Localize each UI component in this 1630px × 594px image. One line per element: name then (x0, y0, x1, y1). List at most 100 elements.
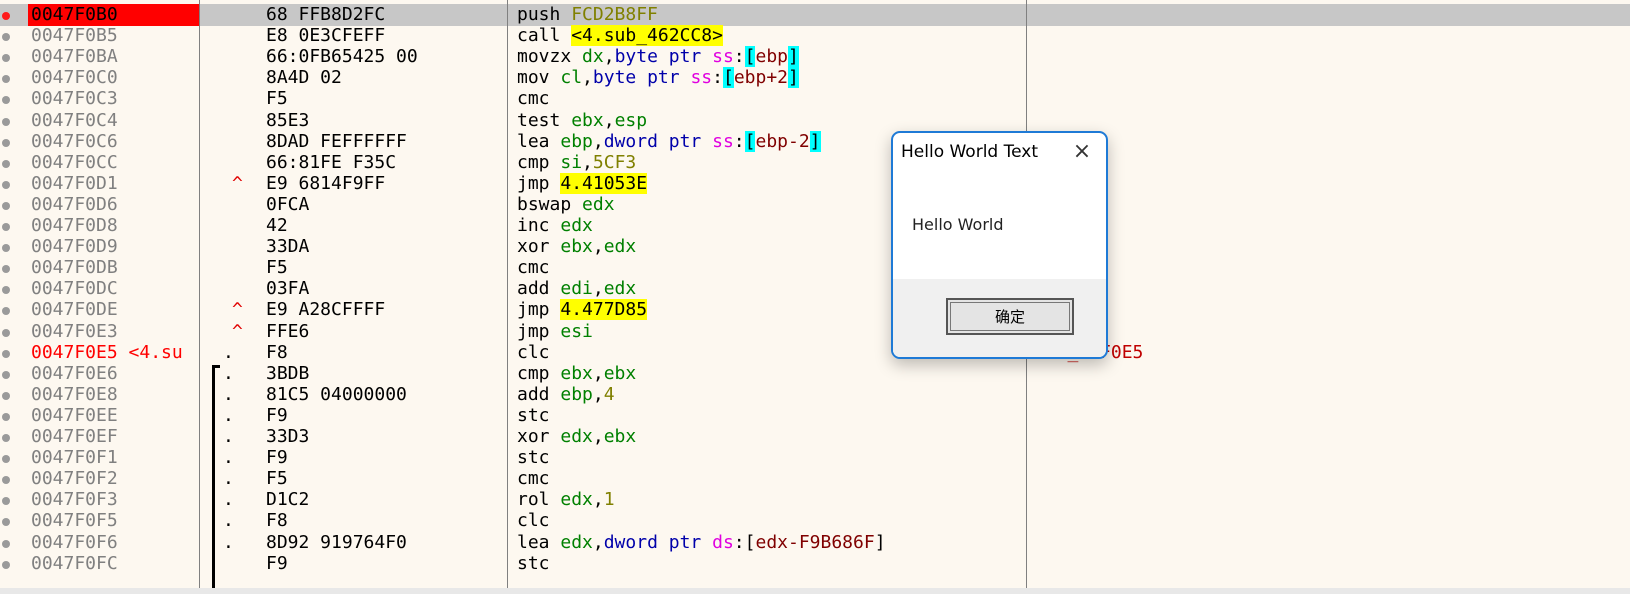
instruction-token (560, 4, 571, 25)
breakpoint-dot-icon[interactable] (2, 560, 10, 569)
breakpoint-dot-icon[interactable] (2, 307, 10, 316)
function-body-dot: . (223, 447, 234, 469)
disassembly-view[interactable]: 0047F0B0 68 FFB8D2FC push FCD2B8FF 0047F0B5… (0, 0, 1630, 588)
horizontal-scrollbar[interactable] (0, 588, 1630, 594)
disasm-row[interactable]: 0047F0F3. D1C2 rol edx,1 (0, 489, 1630, 511)
close-icon[interactable]: × (1070, 141, 1094, 165)
instruction-token: , (592, 383, 604, 405)
function-bracket (212, 365, 215, 588)
disasm-row[interactable]: 0047F0BA 66:0FB65425 00 movzx dx,byte ptr … (0, 46, 1630, 68)
instruction-token: ebp+2 (733, 67, 788, 89)
function-body-dot: . (223, 362, 234, 384)
disasm-row[interactable]: 0047F0E5 <4.su.F8clcsub_47F0E5 (0, 342, 1630, 364)
instruction-token: jmp (517, 320, 550, 342)
instruction-token: dx (582, 46, 604, 68)
row-address: 0047F0F2 (31, 468, 118, 490)
instruction-token (701, 131, 712, 152)
disasm-row[interactable]: 0047F0D1 ^ E9 6814F9FF jmp 4.41053E (0, 172, 1630, 195)
disasm-row[interactable]: 0047F0B0 68 FFB8D2FC push FCD2B8FF (0, 4, 1630, 26)
disasm-row[interactable]: 0047F0F1. F9 stc (0, 447, 1630, 469)
instruction-token: : (733, 531, 745, 553)
breakpoint-dot-icon[interactable] (2, 370, 10, 379)
instruction-token: edx (603, 278, 637, 300)
row-address: 0047F0DE (31, 299, 118, 321)
disasm-row[interactable]: 0047F0F6. 8D92 919764F0 lea edx,dword ptr … (0, 532, 1630, 554)
breakpoint-dot-icon[interactable] (2, 117, 10, 126)
ok-button[interactable]: 确定 (946, 298, 1074, 335)
row-bytes: 0FCA (266, 193, 310, 215)
row-bytes: 66:0FB65425 00 (266, 46, 418, 68)
instruction-token: , (582, 67, 593, 89)
breakpoint-dot-icon[interactable] (2, 54, 10, 63)
disasm-row[interactable]: 0047F0E8. 81C5 04000000 add ebp,4 (0, 384, 1630, 406)
breakpoint-dot-icon[interactable] (2, 349, 10, 358)
row-instruction: inc edx (517, 215, 593, 237)
disasm-row[interactable]: 0047F0EE. F9 stc (0, 405, 1630, 427)
disasm-row[interactable]: 0047F0D9 33DA xor ebx,edx (0, 236, 1630, 258)
disasm-row[interactable]: 0047F0E3 ^ FFE6 jmp esi (0, 321, 1630, 343)
breakpoint-dot-icon[interactable] (2, 180, 10, 189)
instruction-token (550, 173, 561, 194)
row-address: 0047F0FC (31, 552, 118, 574)
disasm-row[interactable]: 0047F0CC 66:81FE F35C cmp si,5CF3 (0, 152, 1630, 174)
breakpoint-dot-icon[interactable] (2, 96, 10, 105)
disasm-row[interactable]: 0047F0DB F5 cmc (0, 257, 1630, 279)
breakpoint-dot-icon[interactable] (2, 328, 10, 337)
instruction-token (550, 532, 561, 553)
disasm-row[interactable]: 0047F0D6 0FCA bswap edx (0, 194, 1630, 216)
dialog-title: Hello World Text (901, 142, 1038, 162)
row-bytes: 42 (266, 215, 288, 236)
breakpoint-dot-icon[interactable] (2, 455, 10, 464)
breakpoint-dot-icon[interactable] (2, 518, 10, 527)
breakpoint-dot-icon[interactable] (2, 244, 10, 253)
row-bytes: 66:81FE F35C (266, 151, 397, 173)
disasm-row[interactable]: 0047F0C6 8DAD FEFFFFFF lea ebp,dword ptr s… (0, 130, 1630, 153)
breakpoint-dot-icon[interactable] (2, 497, 10, 506)
row-address: 0047F0E5 <4.su (31, 341, 183, 363)
disasm-row[interactable]: 0047F0E6. 3BDB cmp ebx,ebx (0, 363, 1630, 385)
row-instruction: cmp ebx,ebx (517, 363, 636, 385)
breakpoint-dot-icon[interactable] (2, 412, 10, 421)
instruction-token: stc (517, 404, 550, 426)
breakpoint-dot-icon[interactable] (2, 33, 10, 42)
row-instruction: stc (517, 553, 550, 575)
row-address: 0047F0B5 (31, 25, 118, 47)
disasm-row[interactable]: 0047F0DC 03FA add edi,edx (0, 278, 1630, 300)
breakpoint-dot-icon[interactable] (2, 223, 10, 231)
instruction-token (680, 67, 691, 88)
disasm-row[interactable]: 0047F0B5 E8 0E3CFEFF call <4.sub_462CC8> (0, 25, 1630, 47)
breakpoint-dot-icon[interactable] (2, 286, 10, 295)
instruction-token: clc (517, 510, 550, 532)
disasm-row[interactable]: 0047F0F2. F5 cmc (0, 468, 1630, 490)
disasm-row[interactable]: 0047F0FC F9 stc (0, 553, 1630, 575)
instruction-token: [ (744, 130, 756, 152)
breakpoint-dot-icon[interactable] (2, 159, 10, 168)
breakpoint-dot-icon[interactable] (2, 138, 10, 147)
breakpoint-dot-icon[interactable] (2, 12, 10, 20)
disasm-row[interactable]: 0047F0DE ^ E9 A28CFFFF jmp 4.477D85 (0, 299, 1630, 321)
instruction-token: inc (517, 215, 550, 236)
disasm-row[interactable]: 0047F0EF. 33D3 xor edx,ebx (0, 426, 1630, 448)
disasm-row[interactable]: 0047F0C3 F5 cmc (0, 88, 1630, 110)
disasm-row[interactable]: 0047F0C0 8A4D 02 mov cl,byte ptr ss:[ebp+2… (0, 67, 1630, 89)
instruction-token: : (712, 67, 723, 89)
breakpoint-dot-icon[interactable] (2, 434, 10, 442)
instruction-token: , (592, 236, 604, 258)
row-address: 0047F0F1 (31, 447, 118, 469)
breakpoint-dot-icon[interactable] (2, 539, 10, 548)
breakpoint-dot-icon[interactable] (2, 75, 10, 84)
row-address: 0047F0D8 (31, 215, 118, 236)
disasm-row[interactable]: 0047F0C4 85E3 test ebx,esp (0, 110, 1630, 132)
instruction-token: , (603, 109, 615, 131)
function-body-dot: . (223, 468, 234, 490)
instruction-token: ] (809, 130, 821, 152)
breakpoint-dot-icon[interactable] (2, 265, 10, 274)
breakpoint-dot-icon[interactable] (2, 201, 10, 210)
instruction-token: ] (788, 67, 799, 89)
instruction-token (560, 25, 571, 46)
disasm-row[interactable]: 0047F0D8 42 inc edx (0, 215, 1630, 237)
breakpoint-dot-icon[interactable] (2, 391, 10, 400)
breakpoint-dot-icon[interactable] (2, 476, 10, 485)
jump-up-arrow-icon: ^ (232, 299, 243, 321)
disasm-row[interactable]: 0047F0F5. F8 clc (0, 510, 1630, 532)
